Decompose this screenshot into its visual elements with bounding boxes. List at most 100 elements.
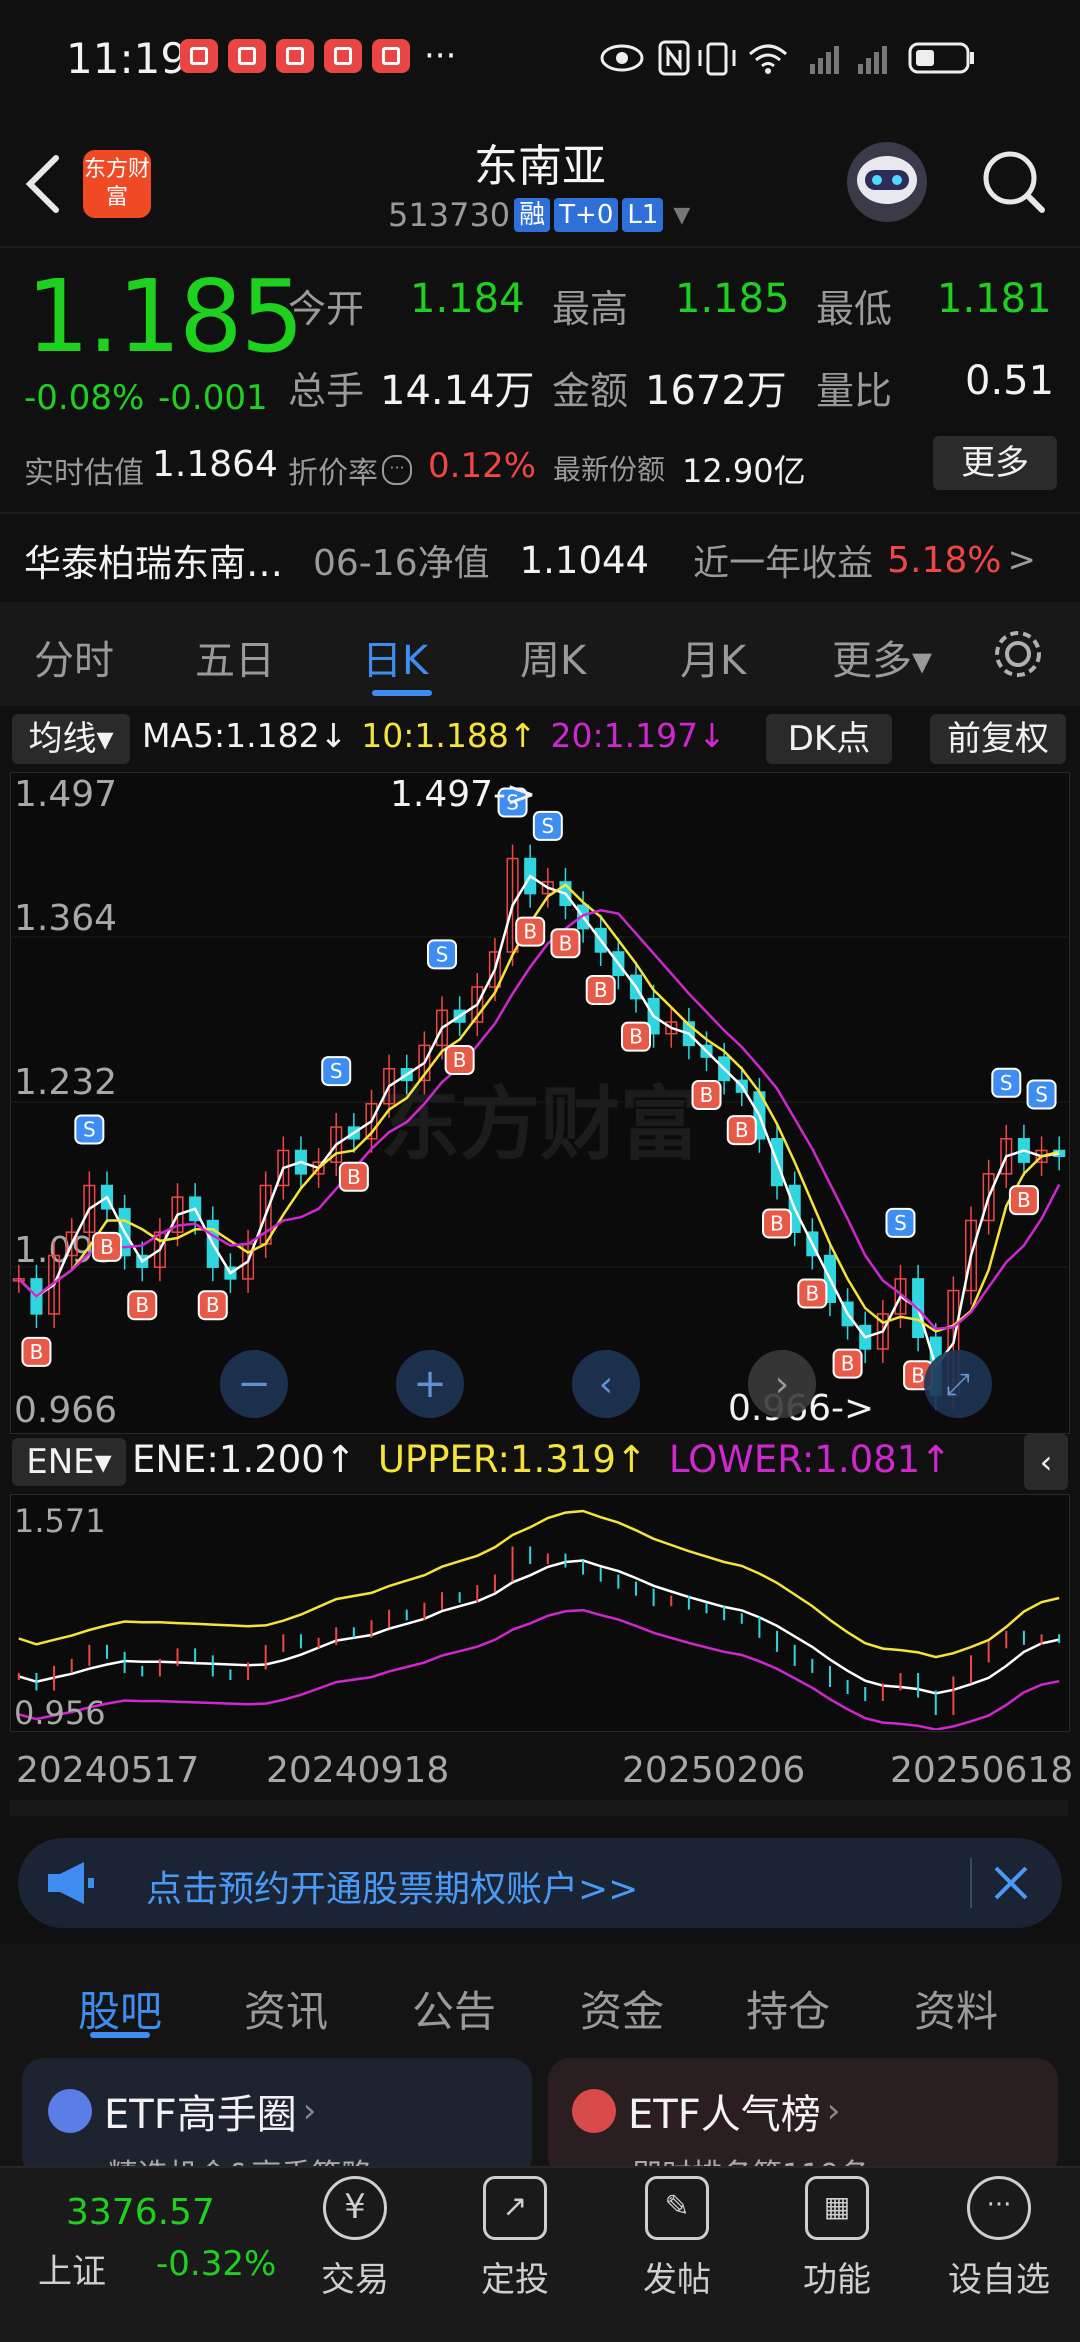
year-return-value: 5.18%	[887, 539, 1002, 581]
ene-selector[interactable]: ENE▾	[12, 1438, 126, 1486]
buy-signal-label: B	[453, 1048, 467, 1072]
nav-label: 定投	[481, 2260, 549, 2300]
buy-signal-label: B	[100, 1235, 114, 1259]
chevron-left-icon: ‹	[1039, 1443, 1053, 1481]
index-value[interactable]: 3376.57	[66, 2192, 215, 2233]
sell-signal-label: S	[541, 814, 554, 838]
buy-signal-label: B	[523, 920, 537, 944]
tab-forum[interactable]: 股吧	[78, 1978, 162, 2039]
more-button[interactable]: 更多	[933, 436, 1057, 490]
fund-name: 华泰柏瑞东南…	[24, 542, 283, 585]
ene-chart[interactable]	[10, 1494, 1068, 1730]
tab-weekly-k[interactable]: 周K	[520, 628, 586, 686]
card-title: ETF高手圈	[104, 2092, 297, 2138]
adjust-button[interactable]: 前复权	[930, 714, 1066, 764]
ma20-line	[17, 909, 1061, 1331]
premium-label-wrap[interactable]: 折价率 ···	[288, 448, 412, 492]
tab-holdings[interactable]: 持仓	[746, 1978, 830, 2039]
nav-label: 交易	[321, 2260, 389, 2300]
chevron-left-icon: ‹	[598, 1363, 614, 1405]
sell-signal-label: S	[1035, 1082, 1048, 1106]
index-change: -0.32%	[156, 2244, 277, 2284]
app-notification-icon	[324, 39, 362, 73]
card-header: ETF人气榜 ›	[572, 2082, 840, 2140]
nav-label: 发帖	[643, 2260, 711, 2300]
chevron-right-icon: ›	[826, 2091, 841, 2131]
tab-monthly-k[interactable]: 月K	[680, 628, 746, 686]
app-notification-icon	[180, 39, 218, 73]
fullscreen-button[interactable]: ⤢	[924, 1350, 992, 1418]
vibrate-icon	[698, 42, 736, 76]
sell-signal-label: S	[330, 1059, 343, 1083]
tab-daily-k[interactable]: 日K	[362, 628, 428, 686]
robot-assistant-icon[interactable]	[843, 138, 931, 226]
stock-code-row[interactable]: 513730 融 T+0 L1 ▼	[388, 196, 690, 234]
yuan-icon: ¥	[323, 2176, 387, 2240]
buy-signal-label: B	[206, 1293, 220, 1317]
ene-mid-line	[18, 1559, 1060, 1695]
ratio-value: 0.51	[965, 358, 1055, 404]
notification-icons: ···	[180, 36, 456, 76]
close-icon[interactable]	[990, 1862, 1032, 1904]
date-label: 20250206	[622, 1750, 806, 1791]
etf-ranking-card[interactable]: ETF人气榜 › 即时排名第119名	[548, 2058, 1058, 2193]
ma5-value: MA5:1.182↓	[142, 716, 348, 755]
card-header: ETF高手圈 ›	[48, 2082, 316, 2140]
scroll-right-button[interactable]: ›	[748, 1350, 816, 1418]
nav-trade[interactable]: ¥ 交易	[300, 2176, 410, 2301]
megaphone-icon	[48, 1862, 94, 1904]
scroll-left-button[interactable]: ‹	[572, 1350, 640, 1418]
candlestick-chart[interactable]: BSBB BSBSBSBSBBBBBBBBSBSBS	[10, 772, 1068, 1432]
circle-logo-icon	[48, 2089, 92, 2133]
ene-lower-value: LOWER:1.081↑	[668, 1438, 952, 1481]
ma5-line	[17, 874, 1060, 1370]
ene-upper-value: UPPER:1.319↑	[377, 1438, 647, 1481]
premium-label: 折价率	[288, 456, 378, 491]
tab-more[interactable]: 更多▾	[832, 628, 932, 686]
ene-upper-line	[18, 1509, 1060, 1659]
tab-funds-flow[interactable]: 资金	[580, 1978, 664, 2039]
buy-signal-label: B	[629, 1025, 643, 1049]
tab-intraday[interactable]: 分时	[34, 628, 114, 686]
nav-label: 06-16净值	[313, 543, 490, 584]
dk-point-button[interactable]: DK点	[766, 714, 892, 764]
etf-expert-card[interactable]: ETF高手圈 › 精选机会&高手策略	[22, 2058, 532, 2193]
dropdown-icon: ▼	[673, 202, 691, 228]
margin-tag: 融	[514, 198, 551, 232]
collapse-panel-button[interactable]: ‹	[1024, 1434, 1068, 1490]
current-price: 1.185	[26, 258, 304, 375]
info-icon: ···	[382, 455, 412, 485]
settings-icon[interactable]	[990, 626, 1046, 682]
buy-signal-label: B	[30, 1340, 44, 1364]
chevron-right-icon: >	[1007, 540, 1036, 580]
ratio-label: 量比	[816, 369, 893, 413]
max-price-marker: 1.497->	[390, 774, 537, 815]
ma-selector[interactable]: 均线▾	[12, 714, 130, 764]
stock-code: 513730	[388, 196, 511, 234]
chart-bottom-strip	[10, 1800, 1068, 1816]
nav-add-watchlist[interactable]: ··· 设自选	[944, 2176, 1054, 2301]
nav-functions[interactable]: ▦ 功能	[782, 2176, 892, 2301]
nav-fixed-invest[interactable]: ↗ 定投	[460, 2176, 570, 2301]
eye-icon	[600, 44, 644, 72]
buy-signal-label: B	[559, 931, 573, 955]
nav-post[interactable]: ✎ 发帖	[622, 2176, 732, 2301]
index-name: 上证	[38, 2252, 106, 2292]
nav-value: 1.1044	[519, 538, 650, 582]
estimate-label: 实时估值	[24, 456, 144, 491]
change-value: -0.001	[158, 378, 268, 418]
open-label: 今开	[288, 287, 365, 331]
tab-news[interactable]: 资讯	[244, 1978, 328, 2039]
search-icon[interactable]	[980, 148, 1048, 216]
zoom-in-button[interactable]: +	[396, 1350, 464, 1418]
ene-values: ENE:1.200↑ UPPER:1.319↑ LOWER:1.081↑	[132, 1438, 951, 1481]
active-tab-indicator	[90, 2032, 150, 2038]
zoom-out-button[interactable]: −	[220, 1350, 288, 1418]
fund-info-row[interactable]: 华泰柏瑞东南… 06-16净值 1.1044 近一年收益 5.18% >	[24, 530, 1064, 590]
tab-five-day[interactable]: 五日	[195, 628, 275, 686]
battery-icon	[908, 42, 974, 74]
tab-profile[interactable]: 资料	[914, 1978, 998, 2039]
app-notification-icon	[372, 39, 410, 73]
tab-announcements[interactable]: 公告	[412, 1978, 496, 2039]
banner-text[interactable]: 点击预约开通股票期权账户>>	[146, 1860, 638, 1912]
